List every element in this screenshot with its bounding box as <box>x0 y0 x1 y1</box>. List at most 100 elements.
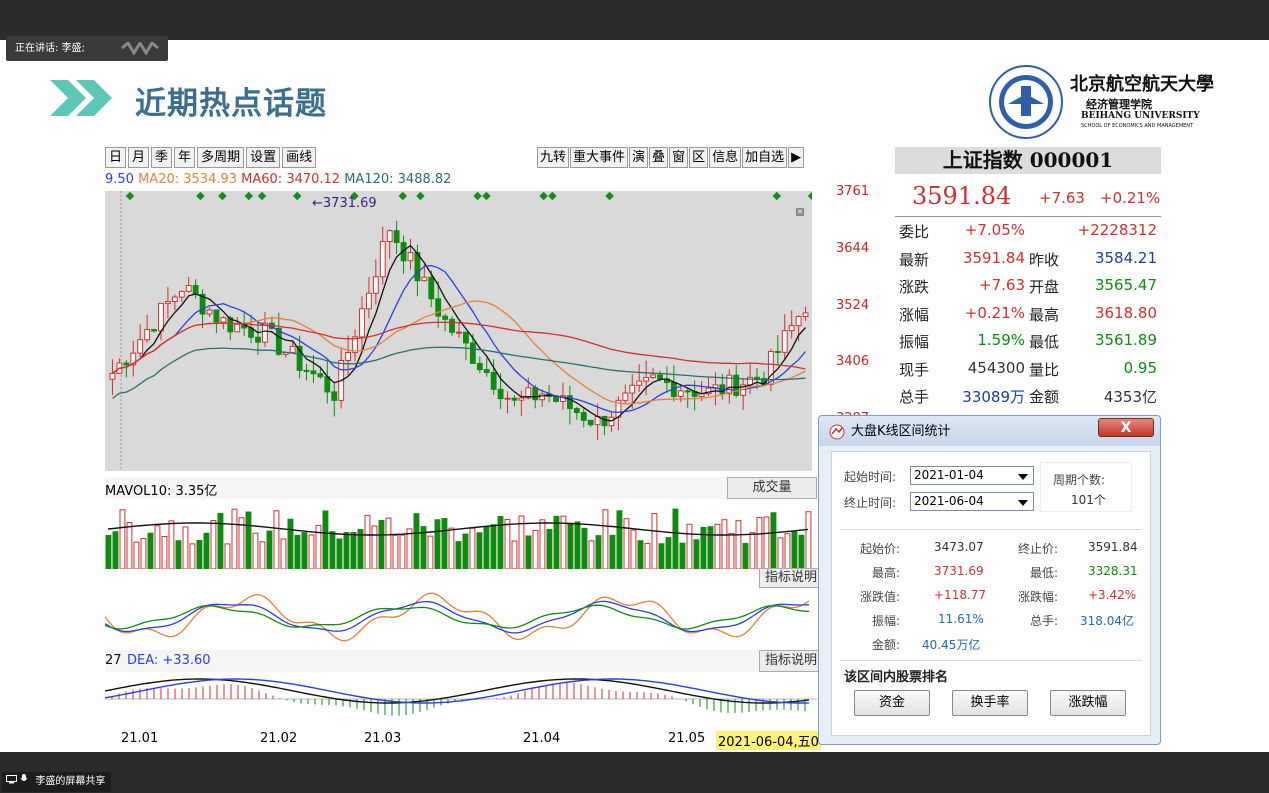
chart-period-button[interactable]: 日 <box>105 147 127 168</box>
chevron-arrows-icon <box>50 80 112 116</box>
candle-body <box>657 374 663 380</box>
chart-tool-button[interactable]: 九转 <box>537 147 570 168</box>
volume-bar <box>574 521 581 569</box>
volume-bar <box>700 526 707 569</box>
price-tick: 3761 <box>836 184 870 199</box>
date-tick: 21.01 <box>121 731 159 746</box>
quote-value: 3561.89 <box>1094 331 1157 349</box>
candlestick-plot[interactable]: × ←3731.69 <box>105 191 817 471</box>
candle-body <box>754 376 760 380</box>
rank-turnover-button[interactable]: 换手率 <box>952 690 1028 716</box>
volume-bar <box>378 519 385 569</box>
dialog-close-button[interactable]: X <box>1098 418 1154 437</box>
candle-body <box>601 415 608 427</box>
volume-bar <box>105 534 112 569</box>
candle-body <box>164 301 171 304</box>
quote-row: 振幅 1.59% 最低 3561.89 <box>895 327 1161 355</box>
candle-body <box>109 372 116 380</box>
volume-bar <box>119 509 126 569</box>
period-box: 周期个数: 101个 <box>1040 462 1132 512</box>
volume-bar <box>644 543 651 569</box>
start-price-label: 起始价: <box>860 542 901 556</box>
candle-body <box>393 230 400 244</box>
speaking-label: 正在讲话: 李盛; <box>15 43 85 54</box>
candle-body <box>511 397 518 401</box>
candle-body <box>192 285 199 295</box>
chart-period-button[interactable]: 年 <box>174 147 196 168</box>
chart-tool-button[interactable]: 窗 <box>669 147 689 168</box>
volume-bar <box>371 525 378 569</box>
price-tick: 3524 <box>836 298 870 313</box>
oscillator-line <box>105 604 810 630</box>
volume-bar <box>161 535 168 569</box>
university-logo: 北京航空航天大學 经济管理学院 BEIHANG UNIVERSITY SCHOO… <box>988 64 1228 142</box>
volume-bar <box>560 515 567 569</box>
candle-body <box>144 329 151 341</box>
candle-body <box>504 397 511 400</box>
volume-value: 318.04亿 <box>1080 614 1134 628</box>
chart-tool-button[interactable]: 叠 <box>649 147 669 168</box>
volume-bar <box>546 529 553 569</box>
volume-bar <box>112 531 119 569</box>
volume-bar <box>350 532 357 569</box>
volume-bar <box>308 534 315 569</box>
volume-bar <box>329 531 336 569</box>
chart-tool-button[interactable]: 信息 <box>709 147 742 168</box>
signal-diamond <box>548 191 557 201</box>
chart-period-button[interactable]: 季 <box>151 147 173 168</box>
volume-bar <box>217 512 224 569</box>
volume-bar <box>595 535 602 569</box>
volume-bar <box>805 511 812 569</box>
volume-bar <box>399 534 406 569</box>
candlestick-svg <box>109 191 817 471</box>
volume-bar <box>406 528 413 569</box>
screen-share-label[interactable]: 李盛的屏幕共享 <box>2 772 112 792</box>
candle-body <box>573 408 580 414</box>
chart-tool-button[interactable]: 加自选 <box>742 147 788 168</box>
dialog-body: 起始时间: 2021-01-04 终止时间: 2021-06-04 周期个数: … <box>831 451 1151 736</box>
indicator-info-button[interactable]: 指标说明 <box>759 568 823 588</box>
price-tick: 3406 <box>836 354 870 369</box>
volume-bar <box>140 538 147 569</box>
chart-tool-button[interactable]: 重大事件 <box>570 147 629 168</box>
chart-tool-button[interactable]: 区 <box>689 147 709 168</box>
candle-body <box>636 380 643 386</box>
chart-tool-button[interactable]: 演 <box>629 147 649 168</box>
quote-label: 量比 <box>1029 360 1060 379</box>
volume-bar <box>672 508 679 569</box>
ma-legend: 9.50 MA20: 3534.93 MA60: 3470.12 MA120: … <box>105 172 451 187</box>
chart-tool-button[interactable]: ▶ <box>788 147 805 168</box>
range-stats-dialog: 大盘K线区间统计 X 起始时间: 2021-01-04 终止时间: 2021-0… <box>818 415 1161 745</box>
ma-legend-ma120: MA120: 3488.82 <box>344 172 452 187</box>
chart-period-button[interactable]: 画线 <box>282 147 317 168</box>
rank-change-button[interactable]: 涨跌幅 <box>1050 690 1126 716</box>
candle-body <box>449 318 455 333</box>
start-time-select[interactable]: 2021-01-04 <box>910 466 1034 485</box>
chart-period-button[interactable]: 设置 <box>246 147 281 168</box>
divider <box>840 660 1142 661</box>
chart-period-button[interactable]: 多周期 <box>197 147 245 168</box>
chart-period-button[interactable]: 月 <box>128 147 150 168</box>
volume-bar <box>553 515 560 569</box>
volume-bar <box>581 527 588 569</box>
candle-body <box>331 391 338 401</box>
candle-body <box>463 331 469 344</box>
screen: 正在讲话: 李盛; 李盛的屏幕共享 近期热点话题 北京航空航天大學 经济管理学院… <box>0 0 1269 793</box>
volume-button[interactable]: 成交量 <box>727 477 817 499</box>
volume-bar <box>175 540 182 569</box>
quote-label: 涨跌 <box>899 278 930 296</box>
volume-bar <box>609 534 616 569</box>
macd-info-button[interactable]: 指标说明 <box>759 650 823 672</box>
volume-bar <box>441 518 448 569</box>
volume-bar <box>525 535 532 569</box>
end-time-select[interactable]: 2021-06-04 <box>910 492 1034 511</box>
candle-body <box>213 309 220 323</box>
volume-bar <box>469 527 476 569</box>
plot-close-icon[interactable]: × <box>796 208 804 216</box>
signal-diamond <box>772 191 782 201</box>
candle-body <box>220 317 227 323</box>
quote-label: 最新 <box>899 250 930 269</box>
candle-body <box>123 362 130 366</box>
rank-fund-button[interactable]: 资金 <box>854 690 930 716</box>
candle-body <box>539 393 546 401</box>
